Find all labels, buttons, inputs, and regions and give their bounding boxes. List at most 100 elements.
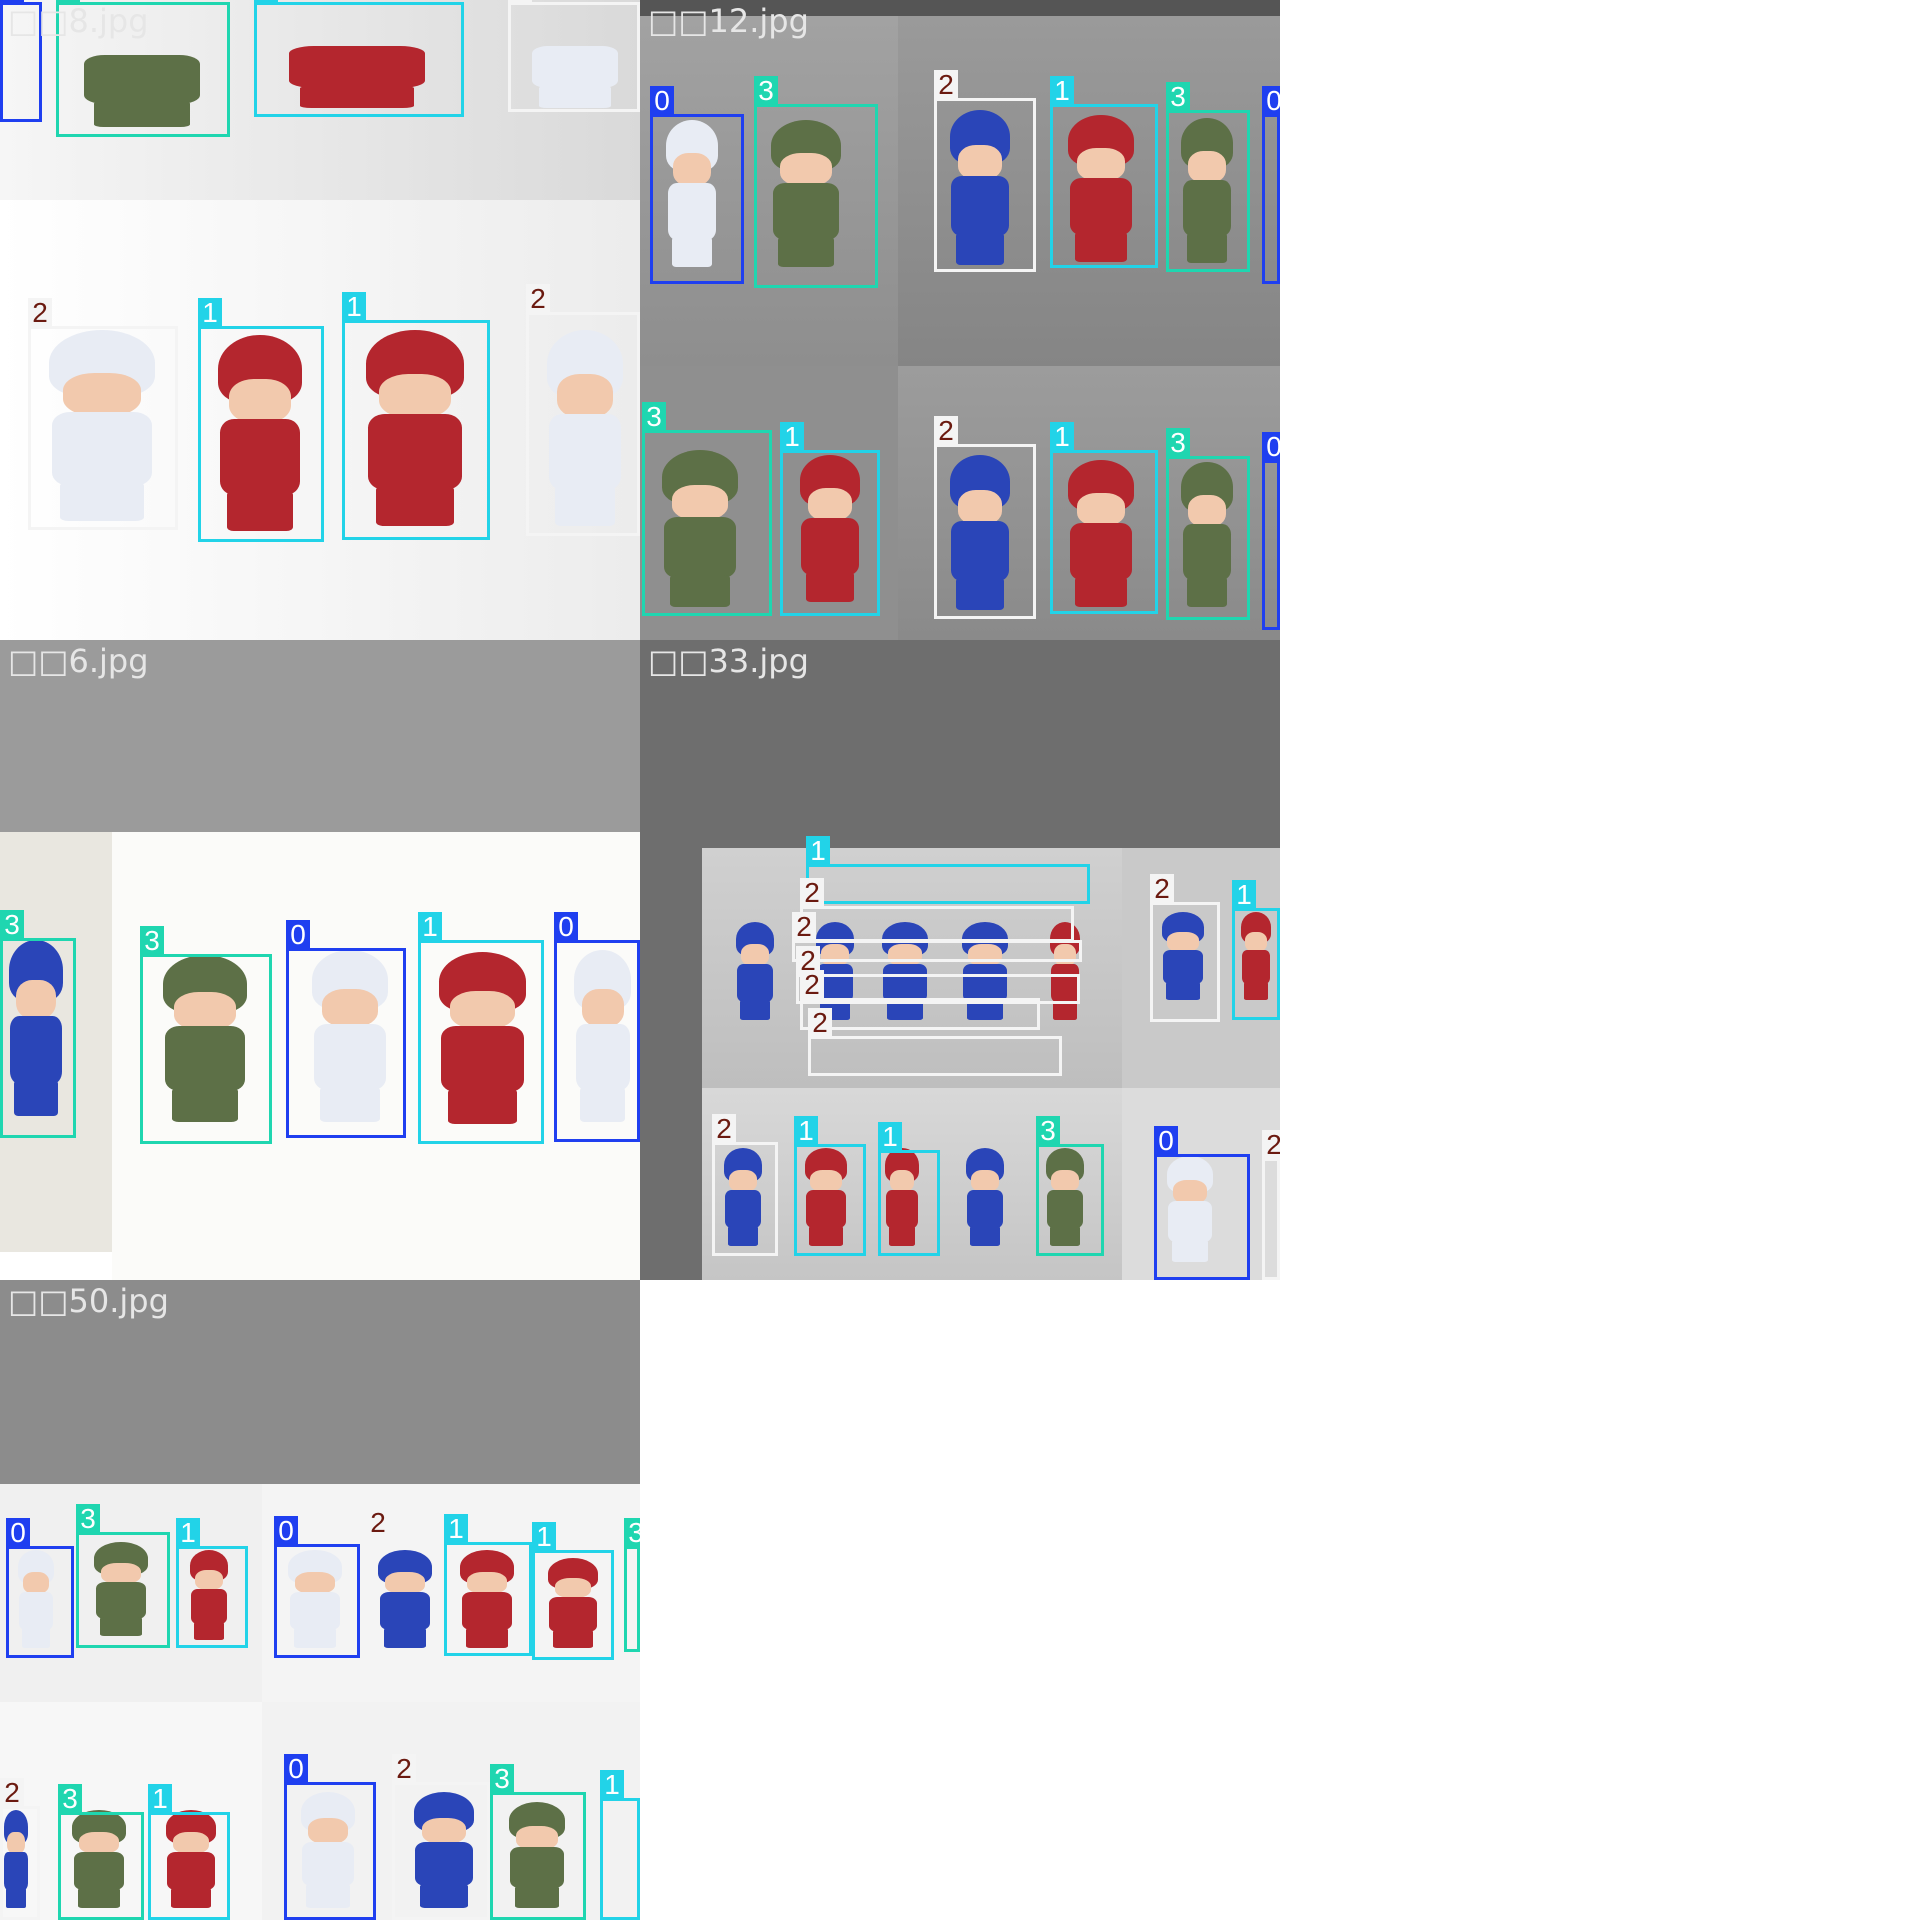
detection-box: 1 xyxy=(780,422,880,616)
detection-box: 1 xyxy=(198,298,324,542)
tile-12: □□12.jpg 0 3 2 1 3 0 3 1 2 1 3 0 xyxy=(640,0,1280,640)
class-label: 0 xyxy=(6,1518,30,1547)
detection-box: 1 xyxy=(148,1784,230,1920)
class-label: 1 xyxy=(418,912,442,941)
class-label: 3 xyxy=(754,76,778,105)
tile-filename: □□6.jpg xyxy=(8,642,149,680)
tile-6: □□6.jpg 3 3 0 1 0 xyxy=(0,640,640,1280)
class-label: 3 xyxy=(642,402,666,431)
tile-8: □□8.jpg 0 3 1 2 2 1 1 2 xyxy=(0,0,640,640)
detection-box: 0 xyxy=(284,1754,376,1920)
detection-box: 3 xyxy=(642,402,772,616)
detection-box: 3 xyxy=(140,926,272,1144)
class-label: 1 xyxy=(878,1122,902,1151)
detection-box: 2 xyxy=(1150,874,1220,1022)
class-label: 3 xyxy=(1166,428,1190,457)
class-label: 0 xyxy=(650,86,674,115)
class-label: 3 xyxy=(1036,1116,1060,1145)
detection-box: 3 xyxy=(76,1504,170,1648)
detection-box: 1 xyxy=(342,292,490,540)
detection-box: 3 xyxy=(754,76,878,288)
detection-box: 3 xyxy=(58,1784,144,1920)
class-label: 3 xyxy=(140,926,164,955)
detection-box: 2 xyxy=(800,878,1074,942)
detection-box: 0 xyxy=(286,920,406,1138)
class-label: 1 xyxy=(532,1522,556,1551)
mosaic-canvas: { "tiles": [ { "name": "tile-8", "filena… xyxy=(0,0,1920,1920)
class-label: 2 xyxy=(366,1508,390,1537)
detection-box: 1 xyxy=(532,1522,614,1660)
class-label: 2 xyxy=(934,416,958,445)
class-label: 1 xyxy=(444,1514,468,1543)
class-label: 2 xyxy=(712,1114,736,1143)
detection-box: 3 xyxy=(1166,82,1250,272)
class-label: 2 xyxy=(392,1754,416,1783)
class-label: 2 xyxy=(508,0,532,3)
class-label: 2 xyxy=(934,70,958,99)
class-label: 1 xyxy=(254,0,278,3)
class-label: 2 xyxy=(1150,874,1174,903)
detection-box: 1 xyxy=(444,1514,532,1656)
class-label: 1 xyxy=(342,292,366,321)
class-label: 2 xyxy=(808,1008,832,1037)
class-label: 1 xyxy=(198,298,222,327)
class-label: 1 xyxy=(600,1770,624,1799)
tile-filename: □□33.jpg xyxy=(648,642,809,680)
class-label: 0 xyxy=(554,912,578,941)
detection-box: 0 xyxy=(650,86,744,284)
tile-filename: □□12.jpg xyxy=(648,2,809,40)
detection-box: 2 xyxy=(392,1754,490,1920)
detection-box: 0 xyxy=(1262,86,1280,284)
detection-box: 2 xyxy=(508,0,640,112)
class-label: 0 xyxy=(274,1516,298,1545)
class-label: 2 xyxy=(526,284,550,313)
detection-box: 3 xyxy=(1166,428,1250,620)
tile-filename: □□50.jpg xyxy=(8,1282,169,1320)
class-label: 2 xyxy=(792,912,816,941)
detection-box: 2 xyxy=(808,1008,1062,1076)
detection-box: 2 xyxy=(526,284,640,536)
class-label: 3 xyxy=(0,910,24,939)
class-label: 2 xyxy=(28,298,52,327)
detection-box: 3 xyxy=(490,1764,586,1920)
detection-box: 2 xyxy=(366,1508,448,1658)
class-label: 2 xyxy=(800,970,824,999)
detection-box: 1 xyxy=(418,912,544,1144)
detection-box: 0 xyxy=(554,912,640,1142)
soldier-figure xyxy=(960,1148,1010,1248)
class-label: 0 xyxy=(286,920,310,949)
class-label: 3 xyxy=(58,1784,82,1813)
detection-box: 0 xyxy=(274,1516,360,1658)
class-label: 1 xyxy=(176,1518,200,1547)
class-label: 0 xyxy=(284,1754,308,1783)
detection-box: 3 xyxy=(624,1518,640,1652)
detection-box: 0 xyxy=(1262,432,1280,630)
class-label: 2 xyxy=(0,1778,24,1807)
tile-filename: □□8.jpg xyxy=(8,2,149,40)
detection-box: 1 xyxy=(1050,76,1158,268)
detection-box: 1 xyxy=(1050,422,1158,614)
detection-box: 2 xyxy=(934,70,1036,272)
tile-33: □□33.jpg 1 2 2 2 2 2 1 2 1 1 2 3 0 2 xyxy=(640,640,1280,1280)
class-label: 1 xyxy=(780,422,804,451)
class-label: 2 xyxy=(1262,1130,1280,1159)
detection-box: 3 xyxy=(0,910,76,1138)
detection-box: 1 xyxy=(794,1116,866,1256)
detection-box: 2 xyxy=(1262,1130,1280,1280)
class-label: 1 xyxy=(806,836,830,865)
class-label: 1 xyxy=(148,1784,172,1813)
detection-box: 2 xyxy=(0,1778,40,1920)
detection-box: 1 xyxy=(1232,880,1280,1020)
detection-box: 2 xyxy=(800,970,1040,1030)
class-label: 1 xyxy=(1232,880,1256,909)
class-label: 2 xyxy=(800,878,824,907)
detection-box: 2 xyxy=(792,912,1082,962)
detection-box: 1 xyxy=(176,1518,248,1648)
detection-box: 2 xyxy=(28,298,178,530)
detection-box: 1 xyxy=(600,1770,640,1920)
class-label: 0 xyxy=(1154,1126,1178,1155)
detection-box: 1 xyxy=(878,1122,940,1256)
detection-box: 1 xyxy=(254,0,464,117)
class-label: 1 xyxy=(1050,422,1074,451)
detection-box: 0 xyxy=(6,1518,74,1658)
